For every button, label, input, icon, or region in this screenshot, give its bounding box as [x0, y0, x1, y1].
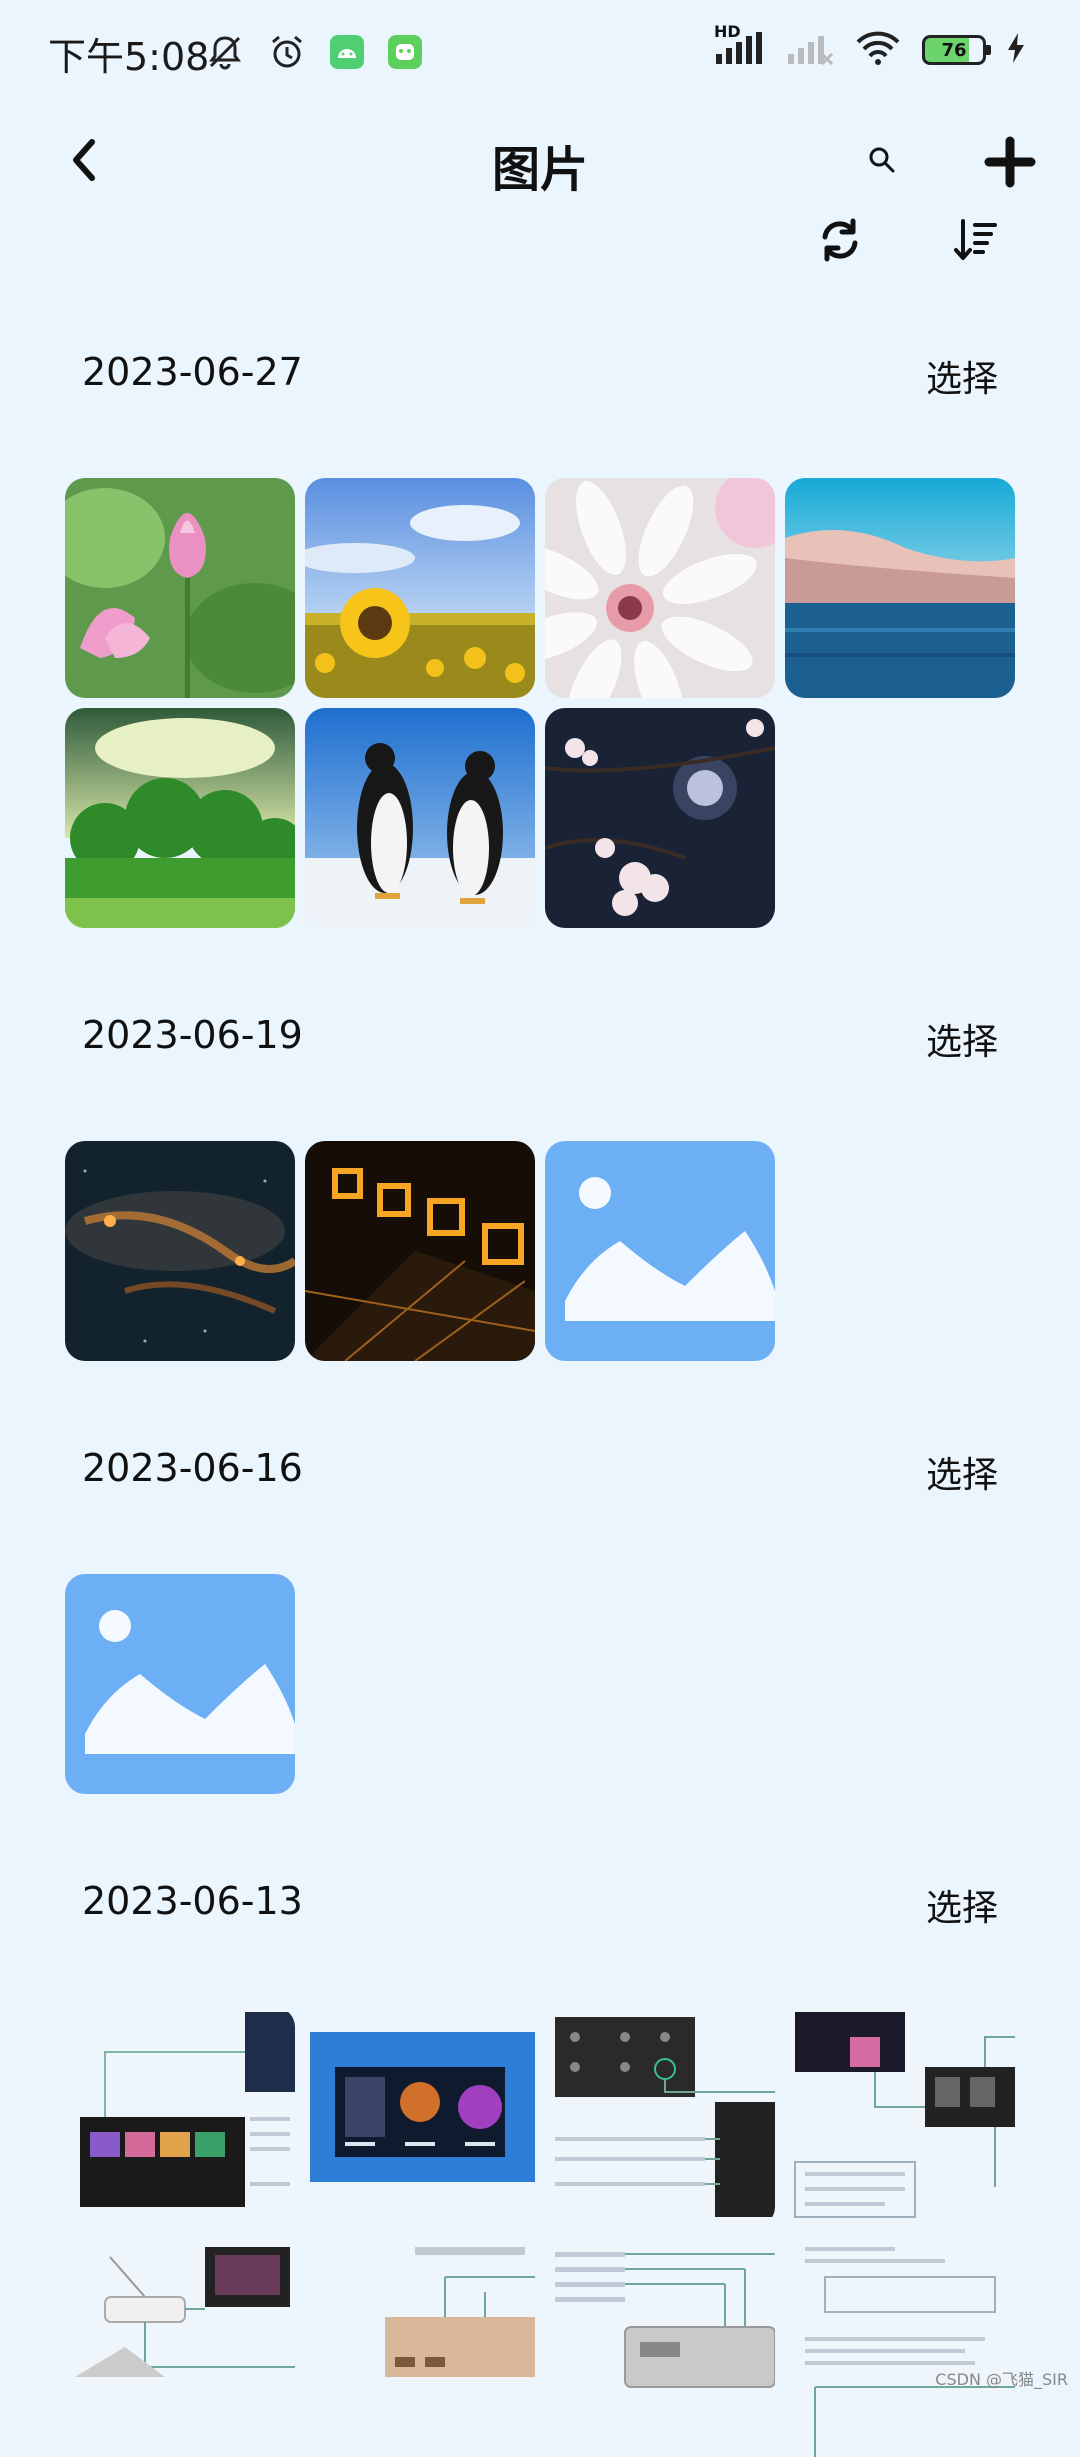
status-bar: 下午5:08 HD 76: [0, 0, 1080, 104]
date-label: 2023-06-27: [82, 350, 303, 394]
photo-thumbnail-diagram[interactable]: [65, 2007, 295, 2227]
photo-thumbnail-placeholder[interactable]: [65, 1574, 295, 1794]
toolbar: [0, 208, 1080, 272]
photo-thumbnail-sunflower[interactable]: [305, 478, 535, 698]
add-button[interactable]: [978, 130, 1042, 194]
status-left-icons: [205, 32, 423, 76]
sort-button[interactable]: [944, 208, 1008, 272]
date-header-section-1: 2023-06-27 选择: [0, 350, 1080, 410]
refresh-button[interactable]: [808, 208, 872, 272]
photo-thumbnail-placeholder[interactable]: [545, 1141, 775, 1361]
hd-label: HD: [714, 22, 741, 41]
signal-hd-icon: HD: [714, 22, 766, 70]
photo-thumbnail-diagram[interactable]: [785, 2237, 1015, 2457]
refresh-icon: [822, 218, 858, 262]
date-label: 2023-06-19: [82, 1013, 303, 1057]
watermark: CSDN @飞猫_SIR: [935, 2370, 1068, 2389]
date-header-section-4: 2023-06-13 选择: [0, 1879, 1080, 1939]
date-header-section-2: 2023-06-19 选择: [0, 1013, 1080, 1073]
photo-thumbnail-ocean[interactable]: [785, 478, 1015, 698]
photo-thumbnail-penguins[interactable]: [305, 708, 535, 928]
search-icon: [869, 147, 895, 173]
date-label: 2023-06-16: [82, 1446, 303, 1490]
photo-thumbnail-blossom-moon[interactable]: [545, 708, 775, 928]
alarm-icon: [267, 32, 307, 76]
date-label: 2023-06-13: [82, 1879, 303, 1923]
photo-thumbnail-diagram[interactable]: [785, 2007, 1015, 2227]
signal-empty-icon: [786, 30, 834, 70]
page-title: 图片: [491, 142, 588, 198]
date-header-section-3: 2023-06-16 选择: [0, 1446, 1080, 1506]
sort-icon: [954, 219, 997, 260]
select-button[interactable]: 选择: [926, 1446, 998, 1498]
status-time: 下午5:08: [48, 35, 210, 79]
battery-icon: 76: [922, 35, 991, 65]
plus-icon: [984, 136, 1036, 188]
status-right-icons: HD 76: [714, 22, 1026, 70]
photo-thumbnail-trees[interactable]: [65, 708, 295, 928]
select-button[interactable]: 选择: [926, 1879, 998, 1931]
photo-thumbnail-diagram[interactable]: [545, 2007, 775, 2227]
silent-bell-icon: [205, 32, 245, 76]
nav-bar: 图片: [0, 120, 1080, 200]
photo-thumbnail-nebula[interactable]: [65, 1141, 295, 1361]
wifi-icon: [854, 30, 902, 70]
search-button[interactable]: [860, 138, 904, 182]
photo-thumbnail-diagram[interactable]: [65, 2237, 295, 2457]
select-button[interactable]: 选择: [926, 1013, 998, 1065]
photo-thumbnail-diagram[interactable]: [545, 2237, 775, 2457]
select-button[interactable]: 选择: [926, 350, 998, 402]
photo-thumbnail-light-cubes[interactable]: [305, 1141, 535, 1361]
charging-icon: [1006, 32, 1026, 68]
robot-app-icon: [387, 34, 423, 74]
photo-thumbnail-diagram[interactable]: [305, 2237, 535, 2457]
android-app-icon: [329, 34, 365, 74]
photo-thumbnail-lotus[interactable]: [65, 478, 295, 698]
battery-level: 76: [941, 39, 967, 61]
photo-thumbnail-daisy[interactable]: [545, 478, 775, 698]
photo-thumbnail-diagram[interactable]: [305, 2007, 535, 2227]
